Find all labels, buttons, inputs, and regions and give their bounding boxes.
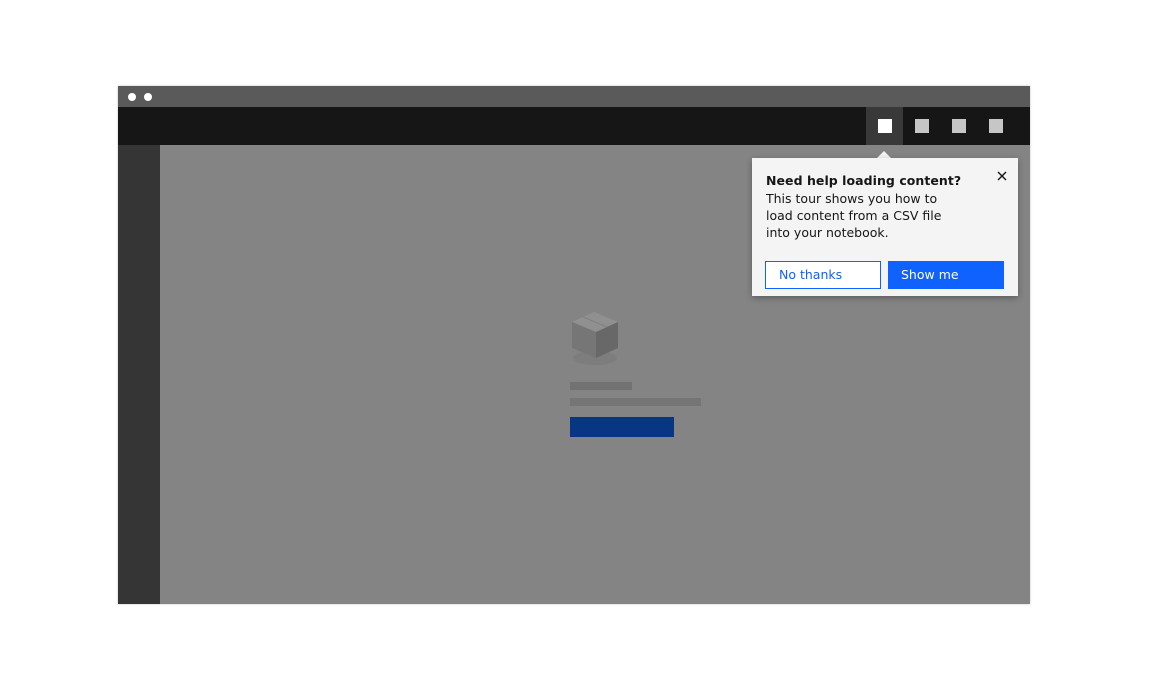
placeholder-square-icon: [915, 119, 929, 133]
header-action-2-button[interactable]: [903, 107, 940, 145]
close-button[interactable]: [992, 166, 1012, 186]
placeholder-square-icon: [952, 119, 966, 133]
tour-popover: Need help loading content? This tour sho…: [752, 158, 1018, 296]
popover-title: Need help loading content?: [766, 173, 962, 188]
side-nav: [118, 145, 160, 604]
header-action-1-button[interactable]: [866, 107, 903, 145]
skeleton-title: [570, 382, 632, 390]
close-icon: [997, 171, 1007, 181]
window-dot-icon[interactable]: [128, 93, 136, 101]
app-header: [118, 107, 1030, 145]
skeleton-button[interactable]: [570, 417, 674, 437]
placeholder-square-icon: [989, 119, 1003, 133]
box-icon: [572, 312, 618, 365]
popover-body: This tour shows you how to load content …: [766, 191, 942, 240]
show-me-button[interactable]: Show me: [888, 261, 1004, 289]
header-action-4-button[interactable]: [977, 107, 1014, 145]
skeleton-text: [570, 398, 701, 406]
popover-caret: [877, 151, 891, 158]
window-titlebar: [118, 86, 1030, 107]
header-action-3-button[interactable]: [940, 107, 977, 145]
no-thanks-button[interactable]: No thanks: [765, 261, 881, 289]
window-dot-icon[interactable]: [144, 93, 152, 101]
placeholder-square-icon: [878, 119, 892, 133]
